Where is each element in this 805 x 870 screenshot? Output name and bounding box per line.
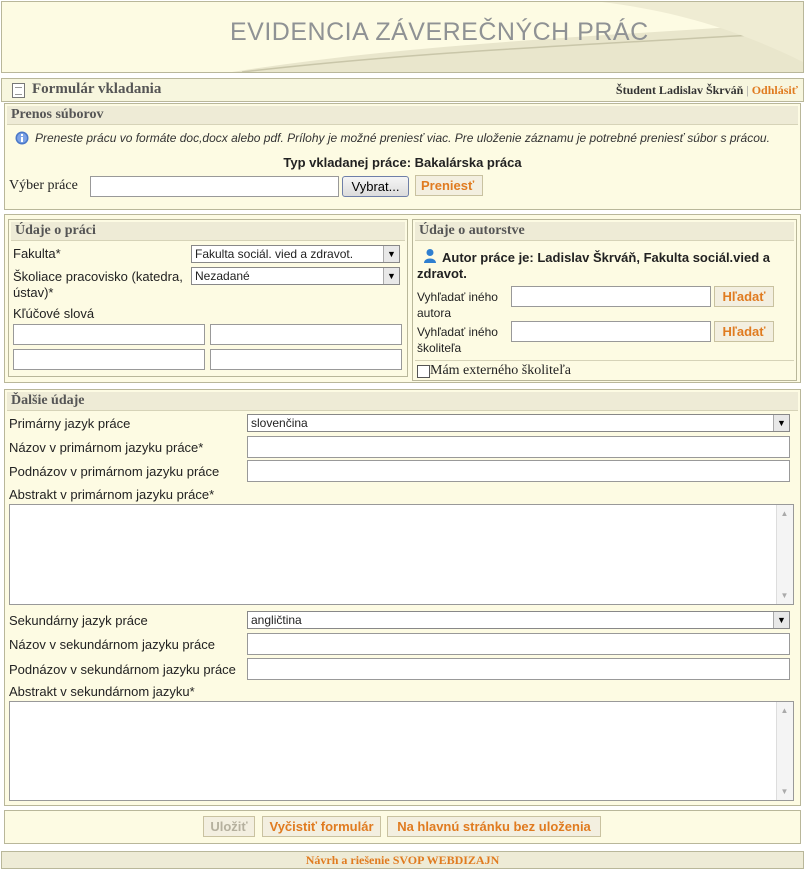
keyword-input-2[interactable] xyxy=(210,324,402,345)
transfer-button[interactable]: Preniesť xyxy=(415,175,483,196)
faculty-select-value: Fakulta sociál. vied a zdravot. xyxy=(195,247,354,261)
more-data-panel: Ďalšie údaje Primárny jazyk práce sloven… xyxy=(4,389,801,806)
chevron-down-icon: ▼ xyxy=(773,415,789,431)
department-label: Školiace pracovisko (katedra, ústav)* xyxy=(13,269,183,300)
secondary-abstract-textarea[interactable]: ▲ ▼ xyxy=(9,701,794,801)
external-supervisor-label: Mám externého školiteľa xyxy=(430,363,571,378)
search-author-button[interactable]: Hľadať xyxy=(714,286,774,307)
chevron-down-icon: ▼ xyxy=(383,268,399,284)
primary-subtitle-label: Podnázov v primárnom jazyku práce xyxy=(9,464,220,479)
browse-button[interactable]: Vybrat... xyxy=(342,176,409,197)
primary-abstract-textarea[interactable]: ▲ ▼ xyxy=(9,504,794,605)
secondary-title-label: Názov v sekundárnom jazyku práce xyxy=(9,637,215,652)
file-label: Výber práce xyxy=(9,178,78,193)
site-header: EVIDENCIA ZÁVEREČNÝCH PRÁC xyxy=(1,1,804,73)
secondary-language-value: angličtina xyxy=(251,613,302,627)
file-input[interactable] xyxy=(90,176,339,197)
save-button[interactable]: Uložiť xyxy=(203,816,255,837)
faculty-label: Fakulta* xyxy=(13,246,61,261)
secondary-language-select[interactable]: angličtina ▼ xyxy=(247,611,790,629)
user-area: Študent Ladislav Škrváň | Odhlásiť xyxy=(616,83,798,98)
authorship-panel: Údaje o autorstve Autor práce je: Ladisl… xyxy=(412,219,797,381)
upload-panel: Prenos súborov Preneste prácu vo formáte… xyxy=(4,103,801,210)
logout-link[interactable]: Odhlásiť xyxy=(752,83,798,97)
work-panel: Údaje o práci Fakulta* Fakulta sociál. v… xyxy=(8,219,408,377)
scroll-down-icon[interactable]: ▼ xyxy=(778,785,791,798)
authorship-heading: Údaje o autorstve xyxy=(415,222,794,241)
upload-info-text: Preneste prácu vo formáte doc,docx alebo… xyxy=(35,131,770,145)
info-icon xyxy=(15,131,29,145)
primary-title-label: Názov v primárnom jazyku práce* xyxy=(9,440,204,455)
scroll-up-icon[interactable]: ▲ xyxy=(778,507,791,520)
form-title-bar: Formulár vkladania Študent Ladislav Škrv… xyxy=(1,78,804,102)
form-title: Formulár vkladania xyxy=(32,81,162,97)
secondary-subtitle-label: Podnázov v sekundárnom jazyku práce xyxy=(9,662,236,677)
secondary-subtitle-input[interactable] xyxy=(247,658,790,680)
search-author-input[interactable] xyxy=(511,286,711,307)
footer: Návrh a riešenie SVOP WEBDIZAJN xyxy=(1,851,804,869)
clear-form-button[interactable]: Vyčistiť formulár xyxy=(262,816,381,837)
upload-heading: Prenos súborov xyxy=(7,106,798,125)
chevron-down-icon: ▼ xyxy=(383,246,399,262)
faculty-select[interactable]: Fakulta sociál. vied a zdravot. ▼ xyxy=(191,245,400,263)
scroll-down-icon[interactable]: ▼ xyxy=(778,589,791,602)
divider xyxy=(415,360,794,361)
external-supervisor-checkbox[interactable] xyxy=(417,365,430,378)
department-select-value: Nezadané xyxy=(195,269,250,283)
primary-language-label: Primárny jazyk práce xyxy=(9,416,131,431)
secondary-language-label: Sekundárny jazyk práce xyxy=(9,613,148,628)
footer-credit[interactable]: Návrh a riešenie SVOP WEBDIZAJN xyxy=(306,853,500,867)
primary-abstract-label: Abstrakt v primárnom jazyku práce* xyxy=(9,487,215,502)
document-icon xyxy=(12,83,25,98)
keyword-input-3[interactable] xyxy=(13,349,205,370)
secondary-abstract-label: Abstrakt v sekundárnom jazyku* xyxy=(9,684,195,699)
work-type-line: Typ vkladanej práce: Bakalárska práca xyxy=(283,155,522,170)
primary-language-select[interactable]: slovenčina ▼ xyxy=(247,414,790,432)
chevron-down-icon: ▼ xyxy=(773,612,789,628)
scroll-up-icon[interactable]: ▲ xyxy=(778,704,791,717)
keyword-input-4[interactable] xyxy=(210,349,402,370)
work-heading: Údaje o práci xyxy=(11,222,405,241)
search-supervisor-button[interactable]: Hľadať xyxy=(714,321,774,342)
primary-language-value: slovenčina xyxy=(251,416,308,430)
user-separator: | xyxy=(746,83,749,97)
search-author-label: Vyhľadať iného autora xyxy=(417,290,498,320)
user-name: Študent Ladislav Škrváň xyxy=(615,83,744,97)
department-select[interactable]: Nezadané ▼ xyxy=(191,267,400,285)
scrollbar[interactable]: ▲ ▼ xyxy=(776,702,793,800)
site-title: EVIDENCIA ZÁVEREČNÝCH PRÁC xyxy=(230,18,649,46)
more-data-heading: Ďalšie údaje xyxy=(7,392,798,411)
secondary-title-input[interactable] xyxy=(247,633,790,655)
primary-title-input[interactable] xyxy=(247,436,790,458)
home-without-save-button[interactable]: Na hlavnú stránku bez uloženia xyxy=(387,816,601,837)
keywords-label: Kľúčové slová xyxy=(13,306,95,321)
author-info: Autor práce je: Ladislav Škrváň, Fakulta… xyxy=(417,250,771,281)
keyword-input-1[interactable] xyxy=(13,324,205,345)
search-supervisor-input[interactable] xyxy=(511,321,711,342)
primary-subtitle-input[interactable] xyxy=(247,460,790,482)
search-supervisor-label: Vyhľadať iného školiteľa xyxy=(417,325,498,355)
scrollbar[interactable]: ▲ ▼ xyxy=(776,505,793,604)
actions-bar: Uložiť Vyčistiť formulár Na hlavnú strán… xyxy=(4,810,801,844)
